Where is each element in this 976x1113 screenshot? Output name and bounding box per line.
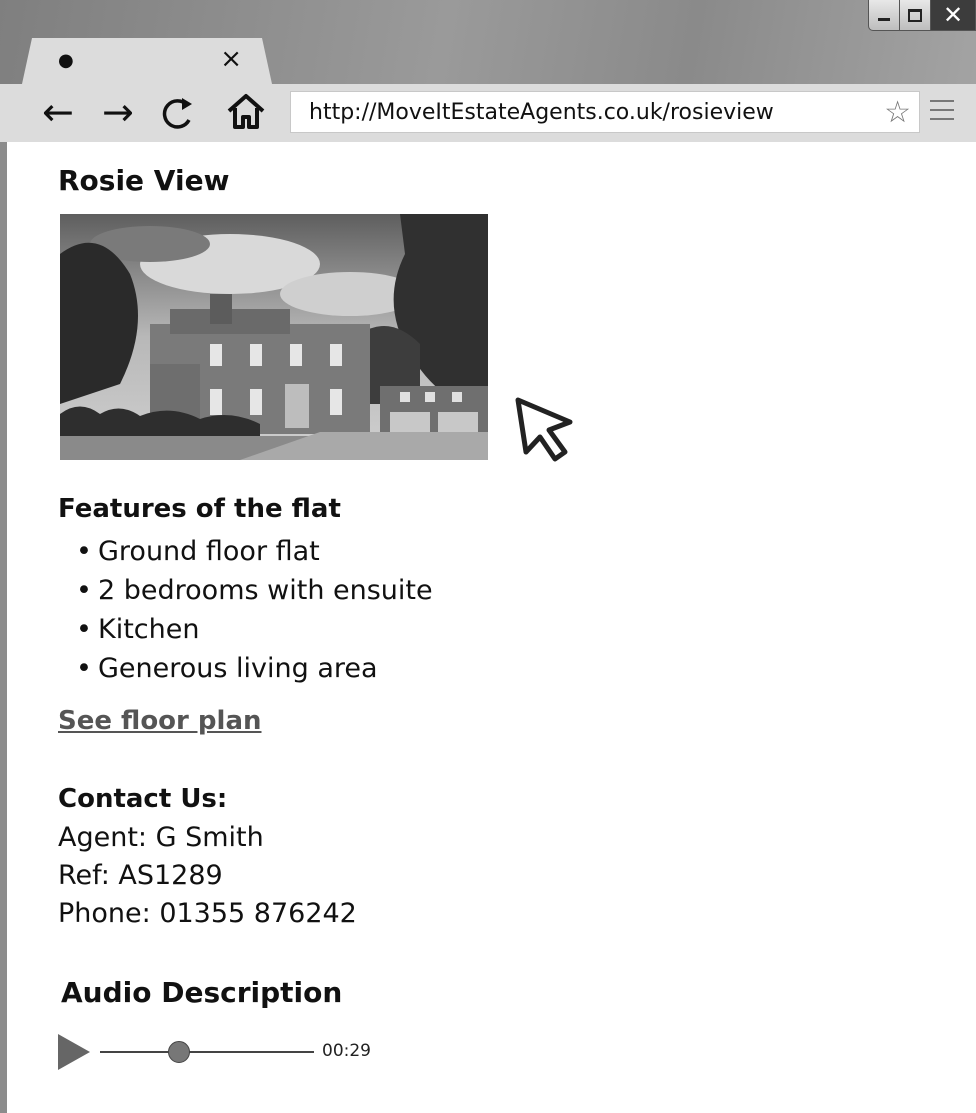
contact-phone: Phone: 01355 876242 — [58, 898, 357, 929]
reload-button[interactable] — [160, 90, 194, 143]
close-icon: ✕ — [942, 1, 964, 29]
tab-close-button[interactable]: × — [220, 44, 242, 74]
maximize-button[interactable] — [900, 0, 931, 31]
address-bar[interactable]: http://MoveItEstateAgents.co.uk/rosievie… — [290, 91, 920, 133]
browser-menu-button[interactable] — [930, 100, 954, 127]
audio-heading: Audio Description — [61, 976, 343, 1009]
browser-toolbar: ← → http://MoveItEstateAgents.co.uk/rosi… — [0, 84, 976, 142]
bookmark-button[interactable]: ☆ — [884, 92, 911, 134]
arrow-left-icon: ← — [42, 90, 74, 134]
window-left-border — [0, 142, 7, 1113]
audio-progress-track[interactable] — [100, 1051, 314, 1053]
contact-heading: Contact Us: — [58, 784, 228, 814]
arrow-right-icon: → — [102, 90, 134, 134]
features-list: Ground floor flat 2 bedrooms with ensuit… — [58, 532, 433, 688]
browser-chrome: ✕ ● × ← → http://MoveItEstateAgents.co.u… — [0, 0, 976, 142]
minimize-button[interactable] — [868, 0, 900, 31]
tab-loading-dot-icon: ● — [58, 50, 74, 71]
contact-ref: Ref: AS1289 — [58, 860, 223, 891]
contact-agent: Agent: G Smith — [58, 822, 264, 853]
floor-plan-link[interactable]: See floor plan — [58, 706, 262, 736]
hamburger-menu-icon — [930, 100, 954, 102]
url-text: http://MoveItEstateAgents.co.uk/rosievie… — [309, 100, 774, 125]
window-controls: ✕ — [868, 0, 976, 33]
list-item: 2 bedrooms with ensuite — [58, 571, 433, 610]
audio-progress-thumb[interactable] — [168, 1041, 191, 1063]
page-title: Rosie View — [58, 164, 230, 197]
back-button[interactable]: ← — [42, 90, 74, 134]
audio-player: 00:29 — [58, 1032, 398, 1076]
forward-button[interactable]: → — [102, 90, 134, 134]
maximize-icon — [908, 8, 922, 22]
mouse-pointer-icon — [515, 397, 573, 462]
play-button[interactable] — [58, 1034, 90, 1070]
home-icon — [227, 94, 265, 129]
star-icon: ☆ — [884, 95, 911, 130]
list-item: Kitchen — [58, 610, 433, 649]
reload-icon — [162, 98, 192, 129]
audio-time: 00:29 — [322, 1041, 371, 1061]
browser-tab[interactable]: ● × — [22, 38, 272, 84]
list-item: Generous living area — [58, 649, 433, 688]
home-button[interactable] — [226, 92, 266, 139]
list-item: Ground floor flat — [58, 532, 433, 571]
property-photo — [60, 214, 488, 460]
features-heading: Features of the flat — [58, 494, 341, 524]
minimize-icon — [878, 17, 890, 21]
window-close-button[interactable]: ✕ — [931, 0, 976, 31]
